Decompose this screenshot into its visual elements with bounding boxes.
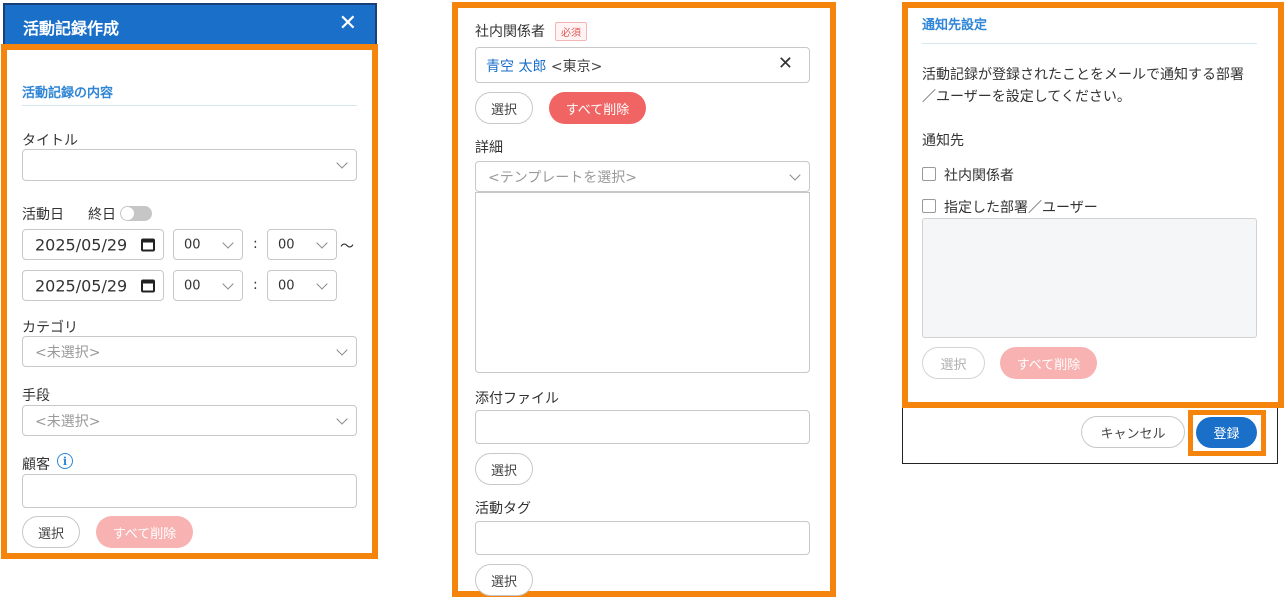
- member-dept: <東京>: [550, 59, 603, 75]
- method-select[interactable]: <未選択>: [22, 405, 357, 436]
- notify-delete-all-button[interactable]: すべて削除: [1000, 347, 1097, 379]
- customer-delete-all-button[interactable]: すべて削除: [96, 516, 193, 548]
- range-tilde: ～: [340, 239, 354, 255]
- register-button[interactable]: 登録: [1196, 417, 1257, 448]
- start-date-input[interactable]: 2025/05/29: [22, 229, 164, 260]
- attachment-label: 添付ファイル: [475, 391, 559, 407]
- internal-members-checkbox[interactable]: [922, 167, 936, 181]
- info-icon[interactable]: i: [57, 453, 73, 469]
- customer-select-button[interactable]: 選択: [22, 516, 80, 548]
- template-select[interactable]: <テンプレートを選択>: [475, 161, 810, 192]
- title-label: タイトル: [22, 133, 78, 149]
- close-icon[interactable]: ✕: [778, 53, 793, 74]
- customer-field[interactable]: [22, 474, 357, 508]
- internal-details-panel: 社内関係者 必須 青空 太郎 <東京> ✕ 選択 すべて削除 詳細 <テンプレー…: [452, 2, 836, 597]
- close-icon[interactable]: ✕: [339, 11, 357, 36]
- chevron-down-icon: [222, 236, 234, 249]
- chevron-down-icon: [336, 343, 348, 356]
- chevron-down-icon: [316, 236, 328, 249]
- section-title-activity-content: 活動記録の内容: [22, 86, 114, 101]
- section-title-notification: 通知先設定: [922, 18, 988, 33]
- activity-tag-field[interactable]: [475, 521, 810, 555]
- title-combobox[interactable]: [22, 149, 357, 181]
- attachment-select-button[interactable]: 選択: [475, 453, 533, 485]
- internal-members-label: 社内関係者: [475, 24, 545, 40]
- attachment-field[interactable]: [475, 410, 810, 444]
- member-name: 青空 太郎: [486, 59, 547, 75]
- activity-content-panel: 活動記録の内容 タイトル 活動日 終日 2025/05/29 00 : 00 ～…: [1, 44, 378, 559]
- member-chip: 青空 太郎 <東京>: [486, 56, 602, 76]
- specified-dept-checkbox-label: 指定した部署／ユーザー: [944, 200, 1098, 216]
- end-minute-select[interactable]: 00: [267, 270, 337, 301]
- section-divider: [922, 43, 1257, 44]
- start-minute-select[interactable]: 00: [267, 229, 337, 260]
- notify-select-button[interactable]: 選択: [922, 347, 985, 379]
- internal-members-field[interactable]: 青空 太郎 <東京> ✕: [475, 47, 810, 83]
- calendar-icon[interactable]: [141, 279, 155, 292]
- end-date-input[interactable]: 2025/05/29: [22, 270, 164, 301]
- details-label: 詳細: [475, 140, 503, 156]
- details-textarea[interactable]: [475, 192, 810, 373]
- chevron-down-icon: [336, 412, 348, 425]
- internal-members-checkbox-label: 社内関係者: [944, 168, 1014, 184]
- tag-select-button[interactable]: 選択: [475, 564, 533, 596]
- start-hour-select[interactable]: 00: [173, 229, 243, 260]
- dialog-title: 活動記録作成: [23, 19, 120, 38]
- chevron-down-icon: [222, 277, 234, 290]
- notification-description: 活動記録が登録されたことをメールで通知する部署／ユーザーを設定してください。: [922, 67, 1244, 105]
- all-day-label: 終日: [88, 207, 116, 223]
- category-select[interactable]: <未選択>: [22, 336, 357, 367]
- customer-label: 顧客: [22, 457, 50, 473]
- specified-dept-checkbox[interactable]: [922, 199, 936, 213]
- notification-settings-panel: 通知先設定 活動記録が登録されたことをメールで通知する部署／ユーザーを設定してく…: [902, 2, 1284, 408]
- dialog-header: 活動記録作成 ✕: [3, 3, 377, 44]
- activity-tag-label: 活動タグ: [475, 501, 531, 517]
- members-delete-all-button[interactable]: すべて削除: [549, 92, 646, 124]
- method-label: 手段: [22, 388, 50, 404]
- all-day-toggle[interactable]: [120, 206, 152, 221]
- notify-to-label: 通知先: [922, 133, 964, 149]
- chevron-down-icon: [789, 168, 801, 181]
- required-badge: 必須: [555, 22, 587, 41]
- end-hour-select[interactable]: 00: [173, 270, 243, 301]
- dept-user-list: [922, 218, 1257, 338]
- members-select-button[interactable]: 選択: [475, 92, 533, 124]
- chevron-down-icon: [316, 277, 328, 290]
- calendar-icon[interactable]: [141, 238, 155, 251]
- chevron-down-icon: [336, 157, 348, 169]
- time-colon: :: [253, 277, 258, 293]
- category-label: カテゴリ: [22, 320, 78, 336]
- time-colon: :: [253, 236, 258, 252]
- cancel-button[interactable]: キャンセル: [1081, 416, 1185, 448]
- section-divider: [22, 105, 357, 106]
- activity-date-label: 活動日: [22, 207, 64, 223]
